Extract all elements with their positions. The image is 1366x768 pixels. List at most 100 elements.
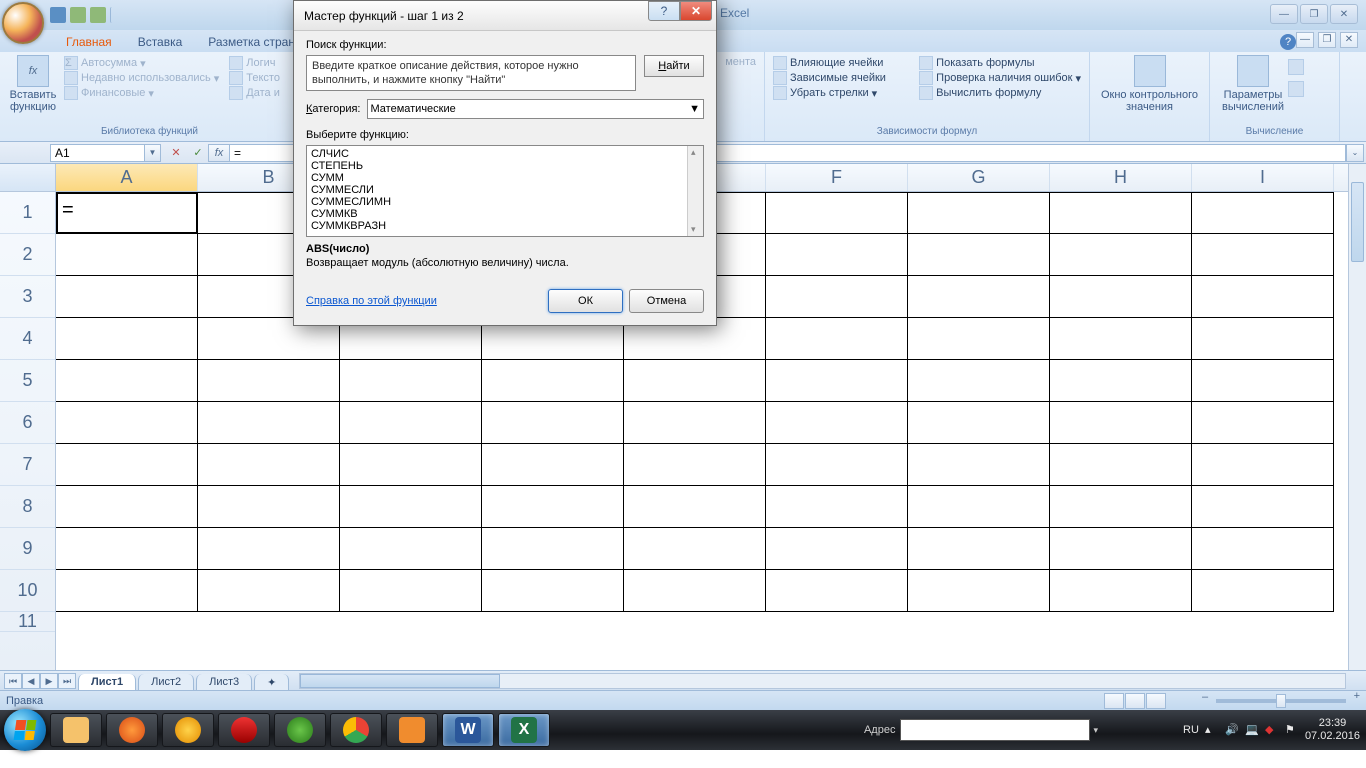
ok-button[interactable]: ОК — [548, 289, 623, 313]
cell[interactable] — [1050, 276, 1192, 318]
taskbar-ccleaner-icon[interactable] — [218, 713, 270, 747]
sheet-nav-last[interactable]: ⏭ — [58, 673, 76, 689]
trace-dependents-button[interactable]: Зависимые ячейки — [773, 71, 919, 85]
cell[interactable] — [198, 528, 340, 570]
cell[interactable] — [1050, 570, 1192, 612]
cell[interactable] — [482, 486, 624, 528]
find-button[interactable]: Найти — [644, 55, 704, 77]
wb-close-button[interactable]: ✕ — [1340, 32, 1358, 48]
dialog-titlebar[interactable]: Мастер функций - шаг 1 из 2 ? ✕ — [294, 1, 716, 31]
cell[interactable] — [198, 360, 340, 402]
column-header[interactable]: F — [766, 164, 908, 191]
cell[interactable] — [1050, 318, 1192, 360]
cell[interactable] — [908, 570, 1050, 612]
cell[interactable] — [624, 528, 766, 570]
function-option[interactable]: СУММЕСЛИ — [309, 184, 701, 196]
cell[interactable] — [766, 528, 908, 570]
sheet-nav-prev[interactable]: ◀ — [22, 673, 40, 689]
row-header[interactable]: 2 — [0, 234, 55, 276]
remove-arrows-button[interactable]: Убрать стрелки ▾ — [773, 86, 919, 100]
cell[interactable] — [56, 528, 198, 570]
vertical-scrollbar[interactable] — [1348, 164, 1366, 670]
sheet-nav-first[interactable]: ⏮ — [4, 673, 22, 689]
cell[interactable] — [1050, 486, 1192, 528]
financial-button[interactable]: Финансовые ▾ — [64, 86, 219, 100]
cell[interactable] — [1192, 234, 1334, 276]
cell[interactable] — [766, 486, 908, 528]
column-header[interactable]: G — [908, 164, 1050, 191]
cell[interactable] — [1192, 192, 1334, 234]
page-break-view-button[interactable] — [1146, 693, 1166, 709]
calculation-options-button[interactable]: Параметры вычислений — [1218, 55, 1288, 113]
start-button[interactable] — [4, 709, 46, 751]
address-input[interactable] — [900, 719, 1090, 741]
function-help-link[interactable]: Справка по этой функции — [306, 295, 437, 307]
taskbar-word-icon[interactable]: W — [442, 713, 494, 747]
help-icon[interactable]: ? — [1280, 34, 1296, 50]
cell[interactable] — [1192, 318, 1334, 360]
taskbar-chrome-icon[interactable] — [330, 713, 382, 747]
cell[interactable] — [1050, 402, 1192, 444]
dialog-help-button[interactable]: ? — [648, 1, 680, 21]
horizontal-scrollbar[interactable] — [299, 673, 1346, 689]
cell[interactable] — [908, 192, 1050, 234]
cell[interactable] — [1192, 444, 1334, 486]
row-header[interactable]: 11 — [0, 612, 55, 632]
cell[interactable] — [1050, 444, 1192, 486]
cell[interactable] — [56, 444, 198, 486]
cell[interactable] — [340, 486, 482, 528]
undo-icon[interactable] — [70, 7, 86, 23]
office-button[interactable] — [2, 2, 44, 44]
cell[interactable] — [908, 360, 1050, 402]
network-icon[interactable]: 💻 — [1245, 723, 1259, 737]
cell[interactable] — [766, 402, 908, 444]
cell[interactable] — [340, 360, 482, 402]
cell[interactable] — [766, 234, 908, 276]
row-header[interactable]: 9 — [0, 528, 55, 570]
row-header[interactable]: 7 — [0, 444, 55, 486]
minimize-button[interactable]: — — [1270, 4, 1298, 24]
cell[interactable] — [624, 444, 766, 486]
scrollbar-thumb[interactable] — [1351, 182, 1364, 262]
tab-insert[interactable]: Вставка — [132, 32, 189, 52]
enter-formula-icon[interactable]: ✓ — [188, 144, 208, 162]
row-header[interactable]: 4 — [0, 318, 55, 360]
recently-used-button[interactable]: Недавно использовались ▾ — [64, 71, 219, 85]
column-header[interactable]: H — [1050, 164, 1192, 191]
cancel-formula-icon[interactable]: ✕ — [166, 144, 186, 162]
taskbar-firefox-icon[interactable] — [106, 713, 158, 747]
cell[interactable] — [908, 318, 1050, 360]
cell[interactable] — [1050, 192, 1192, 234]
cell[interactable] — [1192, 276, 1334, 318]
row-header[interactable]: 3 — [0, 276, 55, 318]
insert-function-button[interactable]: fx Вставить функцию — [8, 55, 58, 113]
sheet-tab-1[interactable]: Лист1 — [78, 674, 136, 691]
zoom-slider[interactable] — [1216, 699, 1346, 703]
logical-button[interactable]: Логич — [229, 56, 280, 70]
name-box[interactable]: A1 — [50, 144, 145, 162]
redo-icon[interactable] — [90, 7, 106, 23]
cell[interactable] — [198, 486, 340, 528]
name-box-dropdown[interactable]: ▼ — [145, 144, 161, 162]
cell[interactable] — [482, 570, 624, 612]
address-go-icon[interactable]: ▾ — [1093, 725, 1098, 736]
tab-layout[interactable]: Разметка страни — [202, 32, 307, 52]
cell[interactable] — [340, 570, 482, 612]
show-formulas-button[interactable]: Показать формулы — [919, 56, 1081, 70]
cell[interactable] — [1050, 360, 1192, 402]
autosum-button[interactable]: ΣАвтосумма ▾ — [64, 56, 219, 70]
column-header[interactable]: I — [1192, 164, 1334, 191]
cell[interactable] — [908, 276, 1050, 318]
function-list[interactable]: СЛЧИС СТЕПЕНЬ СУММ СУММЕСЛИ СУММЕСЛИМН С… — [306, 145, 704, 237]
cell[interactable] — [1192, 570, 1334, 612]
cell[interactable] — [56, 360, 198, 402]
evaluate-formula-button[interactable]: Вычислить формулу — [919, 86, 1081, 100]
row-header[interactable]: 10 — [0, 570, 55, 612]
cell[interactable] — [482, 444, 624, 486]
cell[interactable] — [56, 234, 198, 276]
cell[interactable] — [908, 486, 1050, 528]
sheet-nav-next[interactable]: ▶ — [40, 673, 58, 689]
function-option[interactable]: СЛЧИС — [309, 148, 701, 160]
cell[interactable] — [482, 402, 624, 444]
cell[interactable] — [198, 402, 340, 444]
